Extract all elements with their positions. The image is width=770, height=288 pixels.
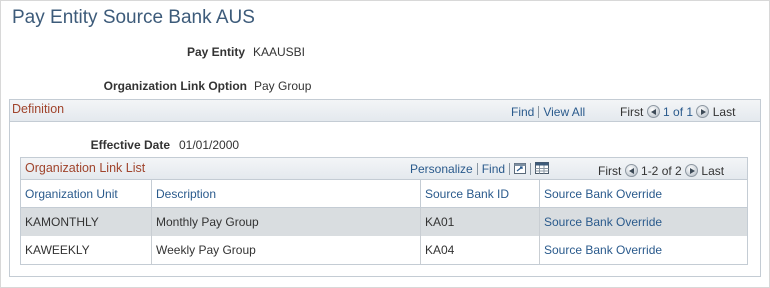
org-unit-cell: KAWEEKLY [21,236,152,264]
grid-title: Organization Link List [25,161,146,175]
separator [509,163,511,175]
definition-nav: Find View All [511,104,585,120]
pay-entity-value: KAAUSBI [253,45,306,59]
definition-find-link[interactable]: Find [511,105,534,119]
bank-id-cell: KA01 [421,208,540,236]
separator [476,163,478,175]
organization-link-grid: Organization Link List Personalize Find F… [20,157,748,265]
prev-icon[interactable] [624,164,638,177]
view-all-link[interactable]: View All [543,105,585,119]
definition-first-label: First [620,105,644,119]
definition-count: 1 of 1 [663,105,694,119]
org-link-option-value: Pay Group [254,79,312,93]
view-icon[interactable] [514,162,527,174]
pay-entity-label: Pay Entity [186,45,245,59]
definition-title: Definition [12,102,65,116]
org-unit-cell: KAMONTHLY [21,208,152,236]
grid-count: 1-2 of 2 [641,164,682,178]
effective-date-row: Effective Date [0,137,170,153]
grid-header-row: Organization Unit Description Source Ban… [21,180,747,208]
personalize-link[interactable]: Personalize [410,162,473,176]
effective-date-label: Effective Date [90,138,170,152]
table-row: KAMONTHLY Monthly Pay Group KA01 Source … [21,208,747,236]
grid-first-label: First [598,164,622,178]
effective-date-value: 01/01/2000 [179,138,240,152]
definition-header: Definition Find View All First 1 of 1 Las… [10,100,760,122]
col-org-unit[interactable]: Organization Unit [21,180,152,208]
next-icon[interactable] [696,105,710,118]
col-description[interactable]: Description [152,180,421,208]
grid-toolbar: Personalize Find [410,161,550,177]
pay-entity-row: Pay Entity [0,44,245,60]
spreadsheet-icon[interactable] [535,162,550,174]
grid-pager: First 1-2 of 2 Last [598,163,724,179]
definition-pager: First 1 of 1 Last [620,104,735,120]
next-icon[interactable] [685,164,699,177]
table-row: KAWEEKLY Weekly Pay Group KA04 Source Ba… [21,236,747,264]
bank-id-cell: KA04 [421,236,540,264]
col-source-bank-id[interactable]: Source Bank ID [421,180,540,208]
description-cell: Monthly Pay Group [152,208,421,236]
prev-icon[interactable] [646,105,660,118]
org-link-option-label: Organization Link Option [103,79,247,93]
separator [530,163,532,175]
org-link-option-row: Organization Link Option [0,78,247,94]
page-title: Pay Entity Source Bank AUS [12,7,255,28]
source-bank-override-link[interactable]: Source Bank Override [540,208,747,236]
source-bank-override-link[interactable]: Source Bank Override [540,236,747,264]
grid-last-label: Last [701,164,725,178]
grid-find-link[interactable]: Find [482,162,505,176]
description-cell: Weekly Pay Group [152,236,421,264]
col-source-bank-override[interactable]: Source Bank Override [540,180,747,208]
definition-last-label: Last [712,105,736,119]
separator [538,106,540,118]
grid-title-bar: Organization Link List Personalize Find F… [21,158,747,180]
